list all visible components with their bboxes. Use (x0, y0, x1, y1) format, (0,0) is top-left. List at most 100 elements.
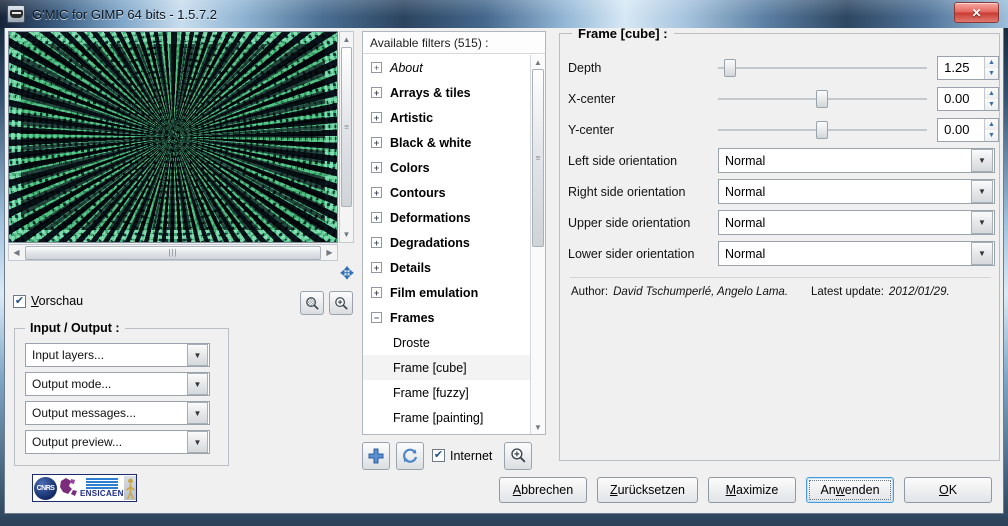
chevron-down-icon[interactable]: ▼ (971, 242, 993, 265)
expand-icon[interactable]: + (371, 212, 382, 223)
xcenter-slider[interactable] (717, 89, 928, 108)
collapse-icon[interactable]: − (371, 312, 382, 323)
maximize-button[interactable]: Maximize (708, 477, 796, 503)
scroll-left-arrow-icon[interactable]: ◀ (9, 245, 24, 260)
filters-tree[interactable]: + About + Arrays & tiles + Artistic + Black & w… (363, 55, 531, 434)
expand-icon[interactable]: + (371, 237, 382, 248)
preview-horizontal-scrollbar[interactable]: ◀ ||| ▶ (8, 244, 338, 261)
filters-vscroll-thumb[interactable]: ≡ (532, 69, 544, 247)
output-preview-value: Output preview... (32, 435, 123, 449)
search-filters-button[interactable] (504, 441, 533, 470)
move-arrows-icon[interactable]: ✥ (338, 265, 356, 283)
expand-icon[interactable]: + (371, 137, 382, 148)
preview-hscroll-thumb[interactable]: ||| (25, 245, 321, 260)
filter-category-row[interactable]: + Film emulation (363, 280, 531, 305)
depth-slider[interactable] (717, 58, 928, 77)
spinner-down-icon[interactable]: ▼ (984, 129, 998, 141)
chevron-down-icon[interactable]: ▼ (187, 431, 208, 453)
spinner-buttons[interactable]: ▲ ▼ (984, 56, 998, 79)
left-orientation-combo[interactable]: Normal ▼ (718, 148, 995, 173)
filter-category-row[interactable]: − Frames (363, 305, 531, 330)
preview-checkbox[interactable]: ✔ Vorschau (13, 294, 83, 308)
spinner-up-icon[interactable]: ▲ (984, 87, 998, 99)
zoom-out-button[interactable] (300, 291, 324, 315)
filter-item-row[interactable]: Droste (363, 330, 531, 355)
expand-icon[interactable]: + (371, 187, 382, 198)
expand-icon[interactable]: + (371, 162, 382, 173)
upper-orientation-combo[interactable]: Normal ▼ (718, 210, 995, 235)
preview-image[interactable] (9, 32, 337, 242)
depth-spinner[interactable]: 1.25 ▲ ▼ (937, 55, 999, 80)
output-messages-combo[interactable]: Output messages... ▼ (25, 401, 210, 425)
checkbox-box[interactable]: ✔ (432, 449, 445, 462)
chevron-down-icon[interactable]: ▼ (971, 180, 993, 203)
ok-button[interactable]: OK (904, 477, 992, 503)
spinner-up-icon[interactable]: ▲ (984, 56, 998, 68)
filter-category-row[interactable]: + Degradations (363, 230, 531, 255)
scroll-up-arrow-icon[interactable]: ▲ (340, 32, 353, 47)
preview-panel[interactable] (8, 31, 338, 243)
author-prefix: Author: (571, 286, 609, 298)
filter-item-row[interactable]: Frame [painting] (363, 405, 531, 430)
chevron-down-icon[interactable]: ▼ (187, 344, 208, 366)
preview-vscroll-thumb[interactable]: ≡ (341, 47, 352, 207)
scroll-up-arrow-icon[interactable]: ▲ (531, 55, 545, 69)
apply-button[interactable]: Anwenden (806, 477, 894, 503)
filter-label: Degradations (390, 235, 470, 250)
filter-category-row[interactable]: + Contours (363, 180, 531, 205)
expand-icon[interactable]: + (371, 112, 382, 123)
right-orientation-combo[interactable]: Normal ▼ (718, 179, 995, 204)
preview-controls-row: ✔ Vorschau (8, 291, 354, 315)
ycenter-slider-thumb[interactable] (816, 120, 829, 139)
preview-vertical-scrollbar[interactable]: ▲ ≡ ▼ (339, 31, 354, 243)
ycenter-spinner[interactable]: 0.00 ▲ ▼ (937, 117, 999, 142)
upper-orientation-value: Normal (725, 215, 766, 230)
lower-orientation-combo[interactable]: Normal ▼ (718, 241, 995, 266)
chevron-down-icon[interactable]: ▼ (971, 211, 993, 234)
input-layers-combo[interactable]: Input layers... ▼ (25, 343, 210, 367)
internet-checkbox[interactable]: ✔ Internet (432, 449, 492, 463)
expand-icon[interactable]: + (371, 62, 382, 73)
filter-item-row[interactable]: Frame [cube] (363, 355, 531, 380)
add-filter-button[interactable] (362, 441, 390, 470)
checkbox-box[interactable]: ✔ (13, 294, 26, 308)
xcenter-slider-thumb[interactable] (816, 89, 829, 108)
chevron-down-icon[interactable]: ▼ (187, 373, 208, 395)
xcenter-spinner[interactable]: 0.00 ▲ ▼ (937, 86, 999, 111)
button-label: Maximize (725, 483, 779, 497)
filter-category-row[interactable]: + Arrays & tiles (363, 80, 531, 105)
magnifier-plus-icon (334, 296, 348, 310)
ycenter-slider[interactable] (717, 120, 928, 139)
output-preview-combo[interactable]: Output preview... ▼ (25, 430, 210, 454)
reset-button[interactable]: Zurücksetzen (596, 477, 698, 503)
spinner-buttons[interactable]: ▲ ▼ (984, 87, 998, 110)
expand-icon[interactable]: + (371, 87, 382, 98)
close-button[interactable]: ✕ (954, 2, 999, 23)
scroll-down-arrow-icon[interactable]: ▼ (531, 420, 545, 434)
filter-label: Arrays & tiles (390, 85, 471, 100)
chevron-down-icon[interactable]: ▼ (187, 402, 208, 424)
filter-category-row[interactable]: + Colors (363, 155, 531, 180)
expand-icon[interactable]: + (371, 262, 382, 273)
refresh-filters-button[interactable] (396, 441, 424, 470)
scroll-down-arrow-icon[interactable]: ▼ (340, 227, 353, 242)
chevron-down-icon[interactable]: ▼ (971, 149, 993, 172)
spinner-down-icon[interactable]: ▼ (984, 98, 998, 110)
filter-item-row[interactable]: Frame [fuzzy] (363, 380, 531, 405)
spinner-up-icon[interactable]: ▲ (984, 118, 998, 130)
filter-category-row[interactable]: + Black & white (363, 130, 531, 155)
filter-category-row[interactable]: + About (363, 55, 531, 80)
filters-vertical-scrollbar[interactable]: ▲ ≡ ▼ (530, 55, 545, 434)
filter-category-row[interactable]: + Details (363, 255, 531, 280)
output-mode-combo[interactable]: Output mode... ▼ (25, 372, 210, 396)
spinner-down-icon[interactable]: ▼ (984, 67, 998, 79)
cancel-button[interactable]: Abbrechen (498, 477, 587, 503)
spinner-buttons[interactable]: ▲ ▼ (984, 118, 998, 141)
filter-category-row[interactable]: + Deformations (363, 205, 531, 230)
filter-label: Droste (393, 335, 430, 350)
zoom-in-button[interactable] (329, 291, 353, 315)
filter-category-row[interactable]: + Artistic (363, 105, 531, 130)
scroll-right-arrow-icon[interactable]: ▶ (322, 245, 337, 260)
depth-slider-thumb[interactable] (724, 58, 737, 77)
expand-icon[interactable]: + (371, 287, 382, 298)
